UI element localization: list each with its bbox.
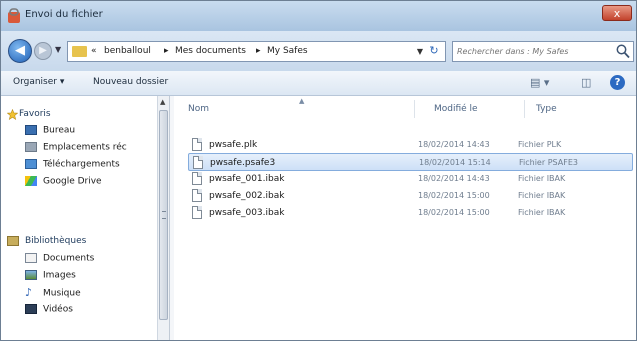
file-modified: 18/02/2014 15:14 <box>419 158 491 167</box>
file-modified: 18/02/2014 14:43 <box>418 140 490 149</box>
sidebar-group-favorites[interactable]: Favoris <box>19 109 51 119</box>
sidebar-item-downloads[interactable]: Téléchargements <box>25 159 120 170</box>
navigation-pane: Favoris Bureau Emplacements réc Téléchar… <box>1 96 157 340</box>
file-icon <box>192 172 202 185</box>
file-type: Fichier PSAFE3 <box>519 158 578 167</box>
file-name: pwsafe.psafe3 <box>210 158 276 168</box>
column-divider[interactable] <box>414 100 415 118</box>
command-toolbar: Organiser ▾ Nouveau dossier ▤ ▾ ◫ ? <box>1 71 636 96</box>
scrollbar-grip-icon <box>162 211 166 219</box>
breadcrumb-separator-icon[interactable]: ▸ <box>256 46 261 56</box>
libraries-icon <box>7 236 19 246</box>
search-input[interactable] <box>453 42 617 61</box>
videos-icon <box>25 304 37 314</box>
sort-arrow-icon: ▲ <box>299 97 305 105</box>
file-icon <box>193 156 203 169</box>
scrollbar-thumb[interactable] <box>159 110 168 320</box>
sidebar-item-label: Vidéos <box>43 304 73 315</box>
sidebar-item-images[interactable]: Images <box>25 270 76 281</box>
title-bar[interactable]: Envoi du fichier x <box>1 1 636 31</box>
file-type: Fichier IBAK <box>518 191 566 200</box>
downloads-icon <box>25 159 37 169</box>
address-dropdown-icon[interactable]: ▼ <box>417 47 423 56</box>
favorites-star-icon <box>7 109 18 120</box>
file-modified: 18/02/2014 15:00 <box>418 208 490 217</box>
recent-places-icon <box>25 142 37 152</box>
documents-icon <box>25 253 37 263</box>
file-icon <box>192 189 202 202</box>
sidebar-item-label: Google Drive <box>43 176 102 187</box>
view-options-icon[interactable]: ▤ ▾ <box>530 76 549 89</box>
sidebar-item-google-drive[interactable]: Google Drive <box>25 176 102 187</box>
file-dialog-window: Envoi du fichier x ◀ ▶ ▼ « benballoul ▸ … <box>0 0 637 341</box>
app-icon <box>8 8 20 23</box>
file-name: pwsafe.plk <box>209 140 258 150</box>
address-bar[interactable]: « benballoul ▸ Mes documents ▸ My Safes … <box>67 41 446 62</box>
file-type: Fichier PLK <box>518 140 562 149</box>
breadcrumb-root-arrows[interactable]: « <box>91 46 97 56</box>
column-header-modified[interactable]: Modifié le <box>434 104 478 114</box>
close-button[interactable]: x <box>602 5 632 21</box>
address-row: ◀ ▶ ▼ « benballoul ▸ Mes documents ▸ My … <box>1 31 636 71</box>
file-row[interactable]: pwsafe_002.ibak 18/02/2014 15:00 Fichier… <box>188 187 633 205</box>
sidebar-item-label: Téléchargements <box>43 159 120 170</box>
file-name: pwsafe_002.ibak <box>209 191 285 201</box>
recent-pages-dropdown-icon[interactable]: ▼ <box>55 45 61 54</box>
file-row[interactable]: pwsafe.plk 18/02/2014 14:43 Fichier PLK <box>188 136 633 154</box>
breadcrumb-separator-icon[interactable]: ▸ <box>164 46 169 56</box>
sidebar-item-label: Documents <box>43 253 95 264</box>
search-box[interactable] <box>452 41 634 62</box>
desktop-icon <box>25 125 37 135</box>
sidebar-item-label: Emplacements réc <box>43 142 127 153</box>
sidebar-item-recent-places[interactable]: Emplacements réc <box>25 142 127 153</box>
sidebar-item-label: Musique <box>43 288 81 299</box>
back-button[interactable]: ◀ <box>8 39 32 63</box>
refresh-icon[interactable]: ↻ <box>426 44 442 59</box>
sidebar-item-label: Bureau <box>43 125 76 136</box>
search-icon[interactable] <box>615 43 631 60</box>
sidebar-item-music[interactable]: ♪ Musique <box>25 287 81 299</box>
file-list: ▲ Nom Modifié le Type pwsafe.plk 18/02/2… <box>174 96 636 340</box>
file-row[interactable]: pwsafe_003.ibak 18/02/2014 15:00 Fichier… <box>188 204 633 222</box>
sidebar-item-documents[interactable]: Documents <box>25 253 94 264</box>
file-name: pwsafe_001.ibak <box>209 174 285 184</box>
file-name: pwsafe_003.ibak <box>209 208 285 218</box>
sidebar-item-videos[interactable]: Vidéos <box>25 304 73 315</box>
file-icon <box>192 138 202 151</box>
sidebar-group-libraries[interactable]: Bibliothèques <box>25 236 86 246</box>
preview-pane-icon[interactable]: ◫ <box>581 76 591 89</box>
images-icon <box>25 270 37 280</box>
folder-icon <box>72 46 87 57</box>
file-row[interactable]: pwsafe_001.ibak 18/02/2014 14:43 Fichier… <box>188 170 633 188</box>
breadcrumb-item-my-safes[interactable]: My Safes <box>267 46 308 56</box>
file-icon <box>192 206 202 219</box>
breadcrumb-item-user[interactable]: benballoul <box>104 46 151 56</box>
file-type: Fichier IBAK <box>518 174 566 183</box>
column-divider[interactable] <box>524 100 525 118</box>
column-header-name[interactable]: Nom <box>188 104 209 114</box>
file-row-selected[interactable]: pwsafe.psafe3 18/02/2014 15:14 Fichier P… <box>188 153 633 171</box>
scroll-up-icon[interactable]: ▲ <box>160 98 165 106</box>
music-icon: ♪ <box>25 286 33 299</box>
sidebar-item-label: Images <box>43 270 76 281</box>
file-modified: 18/02/2014 15:00 <box>418 191 490 200</box>
sidebar-item-desktop[interactable]: Bureau <box>25 125 75 136</box>
organize-button[interactable]: Organiser ▾ <box>13 77 64 87</box>
forward-button[interactable]: ▶ <box>34 42 52 60</box>
new-folder-button[interactable]: Nouveau dossier <box>93 77 168 87</box>
window-title: Envoi du fichier <box>25 9 103 20</box>
file-type: Fichier IBAK <box>518 208 566 217</box>
google-drive-icon <box>25 176 37 186</box>
column-header-type[interactable]: Type <box>536 104 557 114</box>
breadcrumb-item-documents[interactable]: Mes documents <box>175 46 246 56</box>
help-icon[interactable]: ? <box>610 75 625 90</box>
file-modified: 18/02/2014 14:43 <box>418 174 490 183</box>
